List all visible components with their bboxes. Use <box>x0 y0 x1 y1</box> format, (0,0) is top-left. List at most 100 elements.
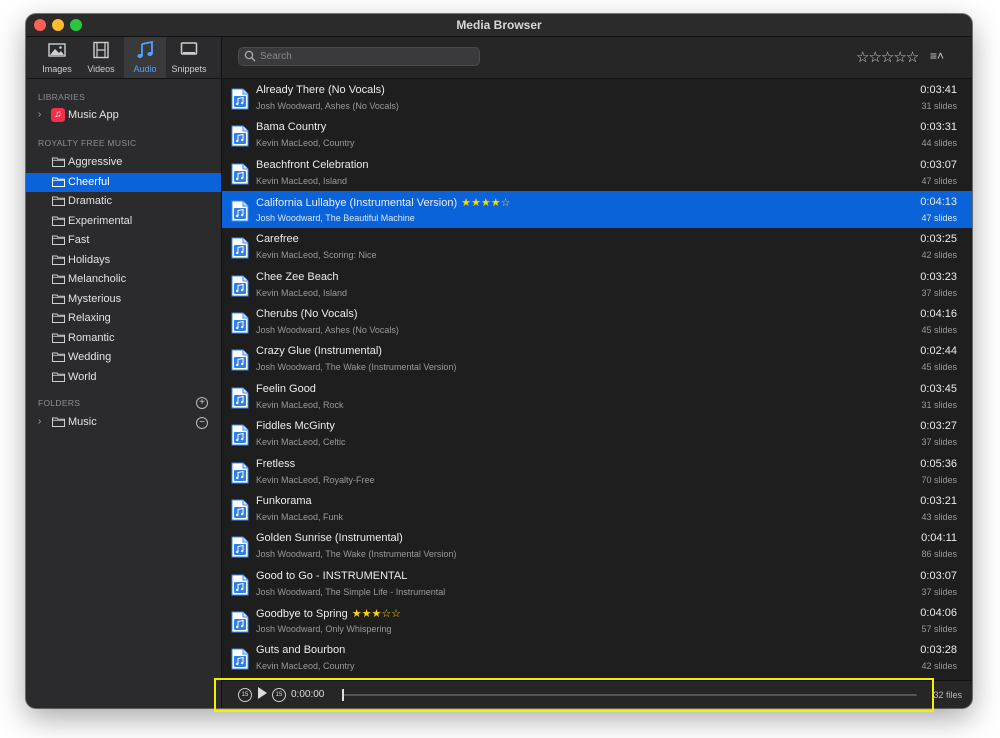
track-subtitle: Kevin MacLeod, Funk <box>256 511 344 522</box>
track-duration: 0:03:41 <box>920 84 957 96</box>
track-row[interactable]: Fretless Kevin MacLeod, Royalty-Free 0:05:… <box>222 453 972 490</box>
track-title-text: Goodbye to Spring <box>256 607 348 620</box>
track-title-text: Feelin Good <box>256 382 316 395</box>
track-duration: 0:05:36 <box>920 457 957 470</box>
track-row[interactable]: Cherubs (No Vocals) Josh Woodward, Ashes … <box>222 303 972 340</box>
track-subtitle: Kevin MacLeod, Island <box>256 287 348 298</box>
sidebar-item-label: Melancholic <box>68 273 127 285</box>
sidebar-item-label: Music <box>68 416 97 428</box>
audio-file-icon <box>231 648 249 670</box>
rating-filter[interactable]: ☆☆☆☆☆ <box>856 48 919 66</box>
track-subtitle: Josh Woodward, The Wake (Instrumental Ve… <box>256 549 457 560</box>
sidebar-item-mysterious[interactable]: Mysterious <box>26 290 221 309</box>
track-slides: 42 slides <box>921 661 957 672</box>
track-row[interactable]: Guts and Bourbon Kevin MacLeod, Country 0:… <box>222 639 972 676</box>
track-title-text: Carefree <box>256 233 299 246</box>
track-slides: 37 slides <box>921 287 957 298</box>
track-subtitle: Kevin MacLeod, Royalty-Free <box>256 474 375 485</box>
sidebar-item-dramatic[interactable]: Dramatic <box>26 192 221 211</box>
close-window-button[interactable] <box>34 19 46 31</box>
track-title: Fiddles McGinty <box>256 420 335 432</box>
track-duration: 0:03:23 <box>920 270 957 283</box>
track-row[interactable]: Beachfront Celebration Kevin MacLeod, Isl… <box>222 154 972 191</box>
track-slides: 44 slides <box>921 138 957 149</box>
sidebar-item-label: Holidays <box>68 253 111 266</box>
list-sort-icon[interactable]: ≡˄ <box>930 49 944 63</box>
audio-file-icon <box>231 237 249 259</box>
sidebar-item-world[interactable]: World <box>26 368 221 387</box>
track-row[interactable]: Crazy Glue (Instrumental) Josh Woodward, … <box>222 340 972 377</box>
track-title: Carefree <box>256 233 299 245</box>
search-field[interactable] <box>238 47 480 66</box>
sidebar-item-melancholic[interactable]: Melancholic <box>26 270 221 289</box>
chevron-right-icon[interactable]: › <box>38 109 41 120</box>
tab-snippets[interactable]: Snippets <box>168 37 210 78</box>
track-title-text: California Lullabye (Instrumental Versio… <box>256 197 458 210</box>
chevron-right-icon[interactable]: › <box>38 416 41 427</box>
sidebar-item-cheerful[interactable]: Cheerful <box>26 172 221 192</box>
add-folder-button[interactable]: + <box>196 397 208 409</box>
sidebar-item-aggressive[interactable]: Aggressive <box>26 153 221 172</box>
track-row[interactable]: Goodbye to Spring ★★★☆☆ Josh Woodward, Onl… <box>222 602 972 639</box>
audio-file-icon <box>231 312 249 334</box>
folder-icon <box>52 216 65 226</box>
skip-back-button[interactable]: 15 <box>238 688 252 702</box>
audio-file-icon <box>231 536 249 558</box>
scrubber-knob[interactable] <box>342 689 344 701</box>
track-row[interactable]: Good to Go - INSTRUMENTAL Josh Woodward, … <box>222 565 972 602</box>
track-slides: 31 slides <box>921 101 957 111</box>
sidebar-item-label: Romantic <box>68 331 115 344</box>
track-row[interactable]: Already There (No Vocals) Josh Woodward, … <box>222 79 972 116</box>
track-subtitle: Josh Woodward, Ashes (No Vocals) <box>256 101 399 111</box>
track-subtitle: Josh Woodward, Ashes (No Vocals) <box>256 325 399 336</box>
track-title: Feelin Good <box>256 383 316 395</box>
track-subtitle: Kevin MacLeod, Country <box>256 138 355 149</box>
track-row[interactable]: Golden Sunrise (Instrumental) Josh Woodwa… <box>222 527 972 564</box>
track-title-text: Golden Sunrise (Instrumental) <box>256 532 403 545</box>
track-slides: 86 slides <box>921 549 957 560</box>
play-button[interactable] <box>258 687 267 699</box>
track-title-text: Bama Country <box>256 121 327 134</box>
track-title-text: Good to Go - INSTRUMENTAL <box>256 569 408 582</box>
remove-folder-button[interactable]: − <box>196 417 208 429</box>
libraries-header: LIBRARIES <box>38 92 86 102</box>
audio-file-icon <box>231 424 249 446</box>
audio-player: 15 15 0:00:00 32 files <box>222 680 972 708</box>
tab-images[interactable]: Images <box>36 37 78 78</box>
zoom-window-button[interactable] <box>70 19 82 31</box>
tab-audio[interactable]: Audio <box>124 37 166 78</box>
minimize-window-button[interactable] <box>52 19 64 31</box>
scrubber-track[interactable] <box>342 694 917 696</box>
track-row[interactable]: California Lullabye (Instrumental Versio… <box>222 191 972 229</box>
sidebar-item-label: Fast <box>68 234 90 246</box>
track-rating[interactable]: ★★★☆☆ <box>352 608 401 620</box>
sidebar-item-holidays[interactable]: Holidays <box>26 251 221 270</box>
track-rating[interactable]: ★★★★☆ <box>461 197 510 209</box>
sidebar-item-label: Music App <box>68 109 119 121</box>
track-row[interactable]: Bama Country Kevin MacLeod, Country 0:03:3… <box>222 116 972 153</box>
music-app-icon: ♫ <box>51 108 65 122</box>
track-row[interactable]: Fiddles McGinty Kevin MacLeod, Celtic 0:03… <box>222 415 972 452</box>
sidebar-item-music-folder[interactable]: › Music <box>26 413 221 432</box>
audio-file-icon <box>231 275 249 297</box>
audio-file-icon <box>231 349 249 371</box>
sidebar-item-fast[interactable]: Fast <box>26 231 221 250</box>
track-row[interactable]: Chee Zee Beach Kevin MacLeod, Island 0:03:… <box>222 266 972 303</box>
track-duration: 0:03:07 <box>920 569 957 582</box>
skip-forward-button[interactable]: 15 <box>272 688 286 702</box>
sidebar-item-wedding[interactable]: Wedding <box>26 348 221 367</box>
track-row[interactable]: Feelin Good Kevin MacLeod, Rock 0:03:45 31 … <box>222 378 972 415</box>
track-row[interactable]: Funkorama Kevin MacLeod, Funk 0:03:21 43 sl… <box>222 490 972 527</box>
audio-file-icon <box>231 499 249 521</box>
sidebar-item-romantic[interactable]: Romantic <box>26 329 221 348</box>
track-title: Goodbye to Spring ★★★☆☆ <box>256 607 401 620</box>
track-row[interactable]: Carefree Kevin MacLeod, Scoring: Nice 0:03… <box>222 228 972 265</box>
sidebar-item-experimental[interactable]: Experimental <box>26 212 221 231</box>
search-input[interactable] <box>260 48 470 65</box>
track-title: California Lullabye (Instrumental Versio… <box>256 196 510 209</box>
track-title: Good to Go - INSTRUMENTAL <box>256 570 407 582</box>
track-title: Chee Zee Beach <box>256 271 339 283</box>
tab-videos[interactable]: Videos <box>80 37 122 78</box>
sidebar-item-music-app[interactable]: › ♫ Music App <box>26 106 221 125</box>
sidebar-item-relaxing[interactable]: Relaxing <box>26 309 221 328</box>
